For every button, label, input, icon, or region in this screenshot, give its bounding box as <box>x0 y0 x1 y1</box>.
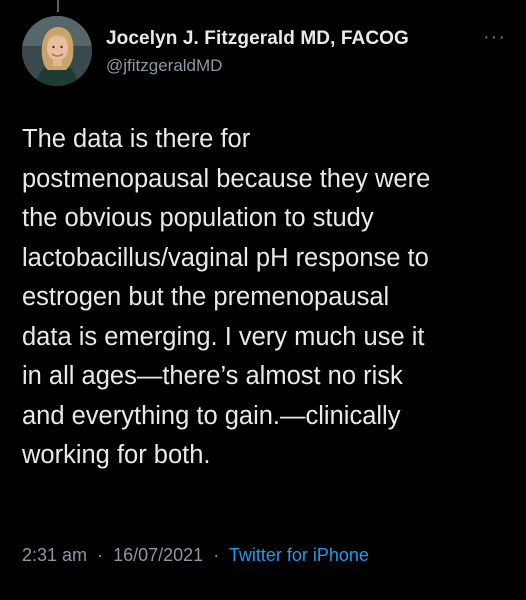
meta-separator: · <box>213 545 220 565</box>
tweet-source-link[interactable]: Twitter for iPhone <box>229 545 369 565</box>
more-options-icon[interactable]: ··· <box>483 27 506 47</box>
meta-separator: · <box>97 545 104 565</box>
tweet-time[interactable]: 2:31 am <box>22 545 87 565</box>
tweet-header: Jocelyn J. Fitzgerald MD, FACOG @jfitzge… <box>22 16 506 92</box>
tweet-text-line: the obvious population to study <box>22 204 374 232</box>
author-name[interactable]: Jocelyn J. Fitzgerald MD, FACOG <box>106 28 409 50</box>
tweet-text-line: estrogen but the premenopausal <box>22 283 390 311</box>
tweet-text-line: The data is there for <box>22 125 251 153</box>
tweet-text-line: data is emerging. I very much use it <box>22 322 425 351</box>
tweet-text-line: in all ages—there’s almost no risk <box>22 362 403 390</box>
tweet-meta: 2:31 am · 16/07/2021 · Twitter for iPhon… <box>22 545 369 566</box>
tweet-date[interactable]: 16/07/2021 <box>113 545 203 565</box>
tweet-text-line: postmenopausal because they were <box>22 164 431 193</box>
author-handle[interactable]: @jfitzgeraldMD <box>106 56 222 76</box>
tweet-text: The data is there for postmenopausal bec… <box>22 120 492 476</box>
tweet-text-line: working for both. <box>22 441 211 469</box>
thread-connector-line <box>57 0 59 12</box>
tweet-text-line: and everything to gain.—clinically <box>22 401 401 430</box>
tweet-text-line: lactobacillus/vaginal pH response to <box>22 243 429 272</box>
profile-photo-icon <box>22 16 92 86</box>
avatar[interactable] <box>22 16 92 86</box>
